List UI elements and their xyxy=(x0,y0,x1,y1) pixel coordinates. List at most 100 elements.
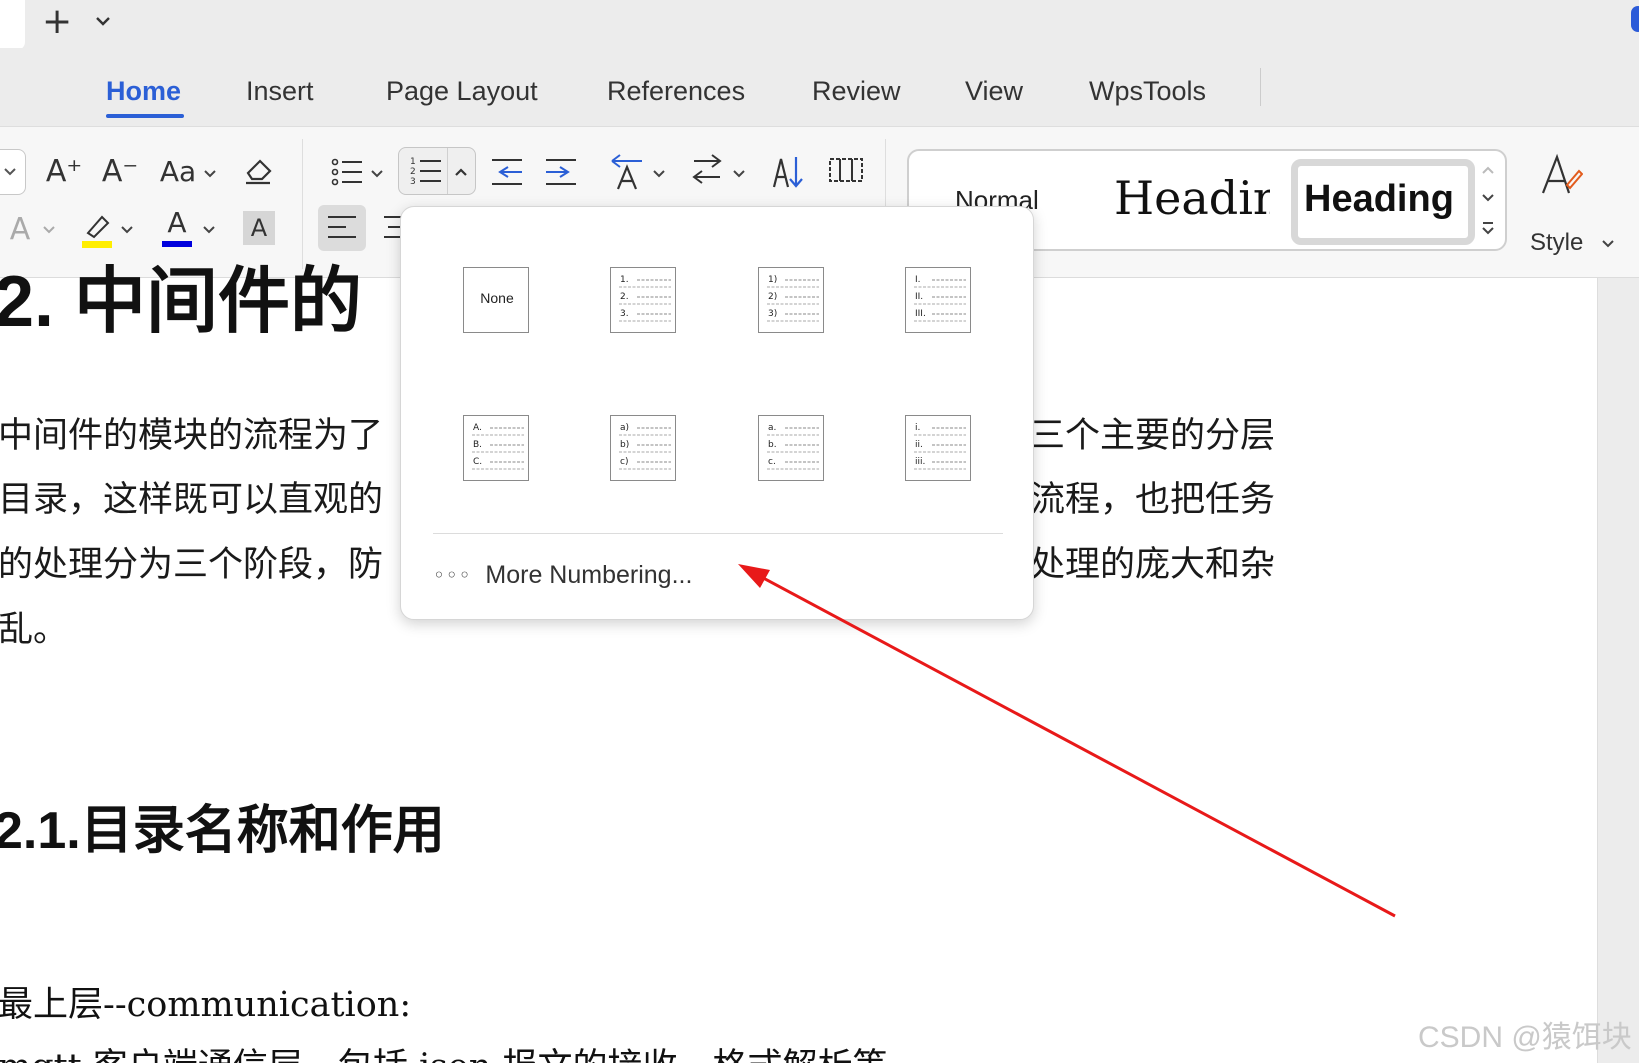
paragraph-line[interactable]: 中间件的模块的流程为了 xyxy=(0,416,383,456)
numbering-marker: 3) xyxy=(768,309,777,319)
paragraph-line[interactable]: 的处理分为三个阶段，防 xyxy=(0,545,383,585)
change-case-icon[interactable]: Aa xyxy=(156,149,200,193)
numbering-marker: b) xyxy=(620,440,629,450)
numbering-roman-lower[interactable]: i. ii. iii. xyxy=(905,415,971,481)
page-gutter xyxy=(1597,278,1639,1063)
svg-text:1: 1 xyxy=(410,157,416,167)
align-left-button[interactable] xyxy=(318,205,366,251)
text-effect-icon[interactable]: A xyxy=(2,207,38,251)
chevron-down-icon[interactable] xyxy=(652,167,666,181)
paragraph-line[interactable]: 乱。 xyxy=(0,610,68,650)
numbering-alpha-lower-dot[interactable]: a. b. c. xyxy=(758,415,824,481)
numbering-marker: III. xyxy=(915,309,926,319)
account-avatar[interactable] xyxy=(1631,6,1639,32)
style-brush-icon xyxy=(1541,153,1583,194)
numbering-decimal-dot[interactable]: 1. 2. 3. xyxy=(610,267,676,333)
scroll-up-icon[interactable] xyxy=(1479,159,1497,181)
chevron-down-icon[interactable] xyxy=(732,167,746,181)
more-numbering-item[interactable]: ◦◦◦ More Numbering... xyxy=(433,557,692,593)
chevron-down-icon[interactable] xyxy=(120,223,134,237)
highlight-icon[interactable] xyxy=(78,207,118,251)
numbering-marker: C. xyxy=(473,457,482,467)
numbering-marker: B. xyxy=(473,440,482,450)
split-divider xyxy=(447,148,448,194)
numbering-marker: a. xyxy=(768,423,776,433)
style-heading-1[interactable]: Heading xyxy=(1114,171,1270,225)
active-tab-indicator xyxy=(106,114,184,118)
document-tab[interactable] xyxy=(0,0,25,50)
sort-icon[interactable] xyxy=(772,151,810,191)
dropdown-divider xyxy=(433,533,1003,534)
style-heading-2-label: Heading xyxy=(1304,178,1454,220)
numbering-marker: iii. xyxy=(915,457,925,467)
tab-wpstools[interactable]: WpsTools xyxy=(1089,74,1206,108)
heading-1[interactable]: 2. 中间件的 xyxy=(0,262,362,342)
numbering-preview: a) b) c) xyxy=(619,423,671,470)
watermark: CSDN @猿饵块 xyxy=(1418,1021,1632,1054)
svg-text:2: 2 xyxy=(410,167,416,177)
decrease-indent-icon[interactable] xyxy=(490,155,524,189)
paragraph-line[interactable]: 目录，这样既可以直观的 xyxy=(0,480,383,520)
chevron-down-icon[interactable] xyxy=(202,223,216,237)
numbering-marker: 2) xyxy=(768,292,777,302)
bullets-icon[interactable] xyxy=(330,155,364,189)
numbering-preview: A. B. C. xyxy=(472,423,524,470)
eraser-icon[interactable] xyxy=(240,151,276,187)
tab-home[interactable]: Home xyxy=(106,74,181,108)
body-line[interactable]: 最上层--communication: xyxy=(0,976,411,1027)
numbering-preview: i. ii. iii. xyxy=(914,423,966,470)
numbering-icon: 1 2 3 xyxy=(410,157,441,187)
chevron-down-icon[interactable] xyxy=(92,10,114,32)
tab-review[interactable]: Review xyxy=(812,74,901,108)
style-button[interactable]: Style xyxy=(1525,149,1615,259)
tab-view[interactable]: View xyxy=(965,74,1023,108)
font-color-button[interactable]: A xyxy=(160,205,194,249)
heading-2[interactable]: 2.1.目录名称和作用 xyxy=(0,788,445,863)
increase-indent-icon[interactable] xyxy=(544,155,578,189)
show-marks-icon[interactable] xyxy=(828,155,864,185)
chevron-down-icon xyxy=(4,168,16,176)
tab-page-layout[interactable]: Page Layout xyxy=(386,74,538,108)
numbering-preview: I. II. III. xyxy=(914,275,966,322)
tab-insert[interactable]: Insert xyxy=(246,74,314,108)
numbering-marker: a) xyxy=(620,423,629,433)
character-shading-icon[interactable]: A xyxy=(243,211,275,245)
paragraph-line-right[interactable]: 流程，也把任务 xyxy=(1030,480,1275,520)
shrink-font-icon[interactable]: A⁻ xyxy=(100,149,140,193)
numbering-marker: i. xyxy=(915,423,920,433)
numbering-preview: a. b. c. xyxy=(767,423,819,470)
font-size-combo[interactable] xyxy=(0,149,26,195)
numbering-marker: 1. xyxy=(620,275,629,285)
chevron-down-icon[interactable] xyxy=(42,223,56,237)
numbering-marker: 3. xyxy=(620,309,629,319)
numbering-decimal-paren[interactable]: 1) 2) 3) xyxy=(758,267,824,333)
numbering-marker: ii. xyxy=(915,440,923,450)
numbering-preview: 1) 2) 3) xyxy=(767,275,819,322)
plus-icon[interactable]: + xyxy=(42,2,72,42)
tab-references[interactable]: References xyxy=(607,74,745,108)
grow-font-icon[interactable]: A⁺ xyxy=(44,149,84,193)
style-heading-2[interactable]: Heading xyxy=(1291,159,1475,245)
numbering-roman-upper[interactable]: I. II. III. xyxy=(905,267,971,333)
gallery-expand-icon[interactable] xyxy=(1479,217,1497,239)
chevron-down-icon[interactable] xyxy=(203,167,217,181)
paragraph-line-right[interactable]: 处理的庞大和杂 xyxy=(1030,545,1275,585)
paragraph-line-right[interactable]: 三个主要的分层 xyxy=(1030,416,1275,456)
chevron-down-icon[interactable] xyxy=(370,167,384,181)
align-left-icon xyxy=(328,216,356,238)
numbering-marker: b. xyxy=(768,440,777,450)
numbering-marker: 2. xyxy=(620,292,629,302)
numbering-alpha-upper[interactable]: A. B. C. xyxy=(463,415,529,481)
more-numbering-label: More Numbering... xyxy=(485,560,693,589)
numbering-alpha-lower-paren[interactable]: a) b) c) xyxy=(610,415,676,481)
chevron-down-icon xyxy=(1602,240,1614,248)
numbering-marker: c) xyxy=(620,457,628,467)
numbering-none[interactable]: None xyxy=(463,267,529,333)
line-spacing-icon[interactable] xyxy=(690,153,724,187)
chevron-up-icon[interactable] xyxy=(453,164,469,180)
scroll-down-icon[interactable] xyxy=(1479,187,1497,209)
text-direction-icon[interactable] xyxy=(608,151,646,191)
font-color-icon: A xyxy=(167,205,187,239)
numbering-button[interactable]: 1 2 3 xyxy=(398,147,476,195)
body-line[interactable]: mqtt 客户端通信层，包括 json 报文的接收，格式解析等 xyxy=(0,1038,888,1063)
